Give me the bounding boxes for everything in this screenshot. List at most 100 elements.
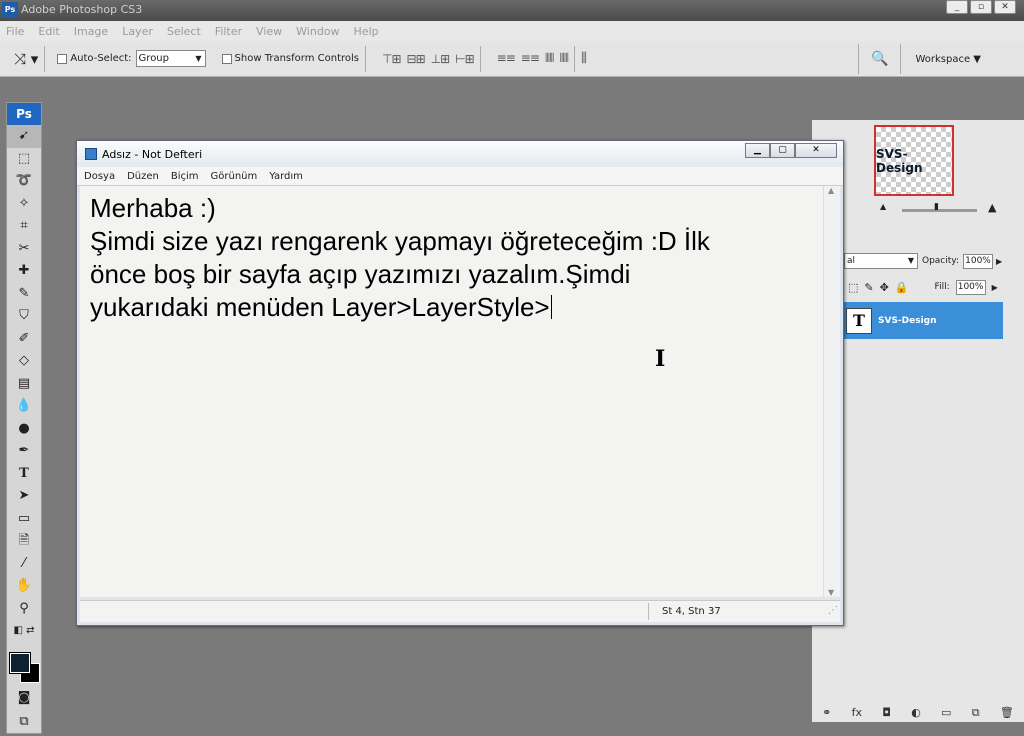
menu-edit[interactable]: Edit	[38, 25, 59, 38]
menu-help[interactable]: Help	[354, 25, 379, 38]
default-colors-icon[interactable]: ◧ ⇄	[7, 620, 41, 643]
notepad-window-controls: ▁ ▢ ✕	[745, 143, 837, 158]
zoom-tool-icon[interactable]: ⚲	[7, 598, 41, 621]
menu-filter[interactable]: Filter	[215, 25, 242, 38]
chevron-down-icon: ▼	[907, 256, 914, 265]
navigator-thumbnail[interactable]: SVS-Design	[874, 125, 954, 196]
layer-style-icon[interactable]: fx	[852, 706, 862, 719]
photoshop-window-title: Adobe Photoshop CS3	[21, 3, 143, 16]
auto-select-checkbox[interactable]: Auto-Select:	[57, 53, 132, 64]
eraser-tool-icon[interactable]: ◇	[7, 350, 41, 373]
bridge-icon[interactable]: 🔍	[871, 51, 888, 67]
align-bottom-icon[interactable]: ⊥⊞	[431, 52, 450, 66]
workspace-divider	[900, 44, 902, 74]
move-tool-icon[interactable]: ➹	[7, 125, 41, 148]
auto-align-icon[interactable]: ⫼	[581, 51, 587, 66]
resize-grip-icon[interactable]: ⋰	[828, 605, 838, 616]
pen-tool-icon[interactable]: ✒	[7, 440, 41, 463]
scroll-down-icon[interactable]: ▼	[828, 588, 834, 597]
brush-tool-icon[interactable]: ✎	[7, 283, 41, 306]
fill-input[interactable]: 100%	[955, 279, 986, 295]
restore-icon[interactable]: ▫	[970, 0, 992, 14]
show-transform-checkbox[interactable]: Show Transform Controls	[221, 53, 359, 64]
type-tool-icon[interactable]: T	[7, 463, 41, 486]
workspace-button[interactable]: Workspace ▼	[915, 54, 981, 65]
distribute-middle-icon[interactable]: ≡≡	[521, 51, 540, 66]
menu-view[interactable]: View	[256, 25, 282, 38]
menu-layer[interactable]: Layer	[122, 25, 153, 38]
gradient-tool-icon[interactable]: ▤	[7, 373, 41, 396]
shape-tool-icon[interactable]: ▭	[7, 508, 41, 531]
slice-tool-icon[interactable]: ✂	[7, 238, 41, 261]
show-transform-box[interactable]	[221, 53, 232, 64]
lock-pixels-icon[interactable]: ✎	[864, 281, 873, 294]
foreground-color-swatch[interactable]	[9, 652, 31, 674]
layer-mask-icon[interactable]: ◘	[882, 706, 891, 719]
dodge-tool-icon[interactable]: ●	[7, 418, 41, 441]
menu-window[interactable]: Window	[296, 25, 339, 38]
adjustment-layer-icon[interactable]: ◐	[911, 706, 921, 719]
menu-file[interactable]: File	[6, 25, 24, 38]
zoom-out-icon[interactable]: ▲	[880, 202, 886, 211]
marquee-tool-icon[interactable]: ⬚	[7, 148, 41, 171]
auto-select-dropdown[interactable]: Group ▼	[135, 50, 206, 67]
zoom-track[interactable]	[902, 209, 977, 212]
clone-stamp-icon[interactable]: ⛉	[7, 305, 41, 328]
crop-tool-icon[interactable]: ⌗	[7, 215, 41, 238]
minimize-icon[interactable]: _	[946, 0, 968, 14]
new-layer-icon[interactable]: ⧉	[972, 706, 980, 720]
notepad-menu-gorunum[interactable]: Görünüm	[211, 171, 258, 182]
align-left-icon[interactable]: ⊢⊞	[455, 52, 474, 66]
move-tool-preset-icon[interactable]: ⤨ ▾	[14, 50, 38, 68]
notepad-menu-dosya[interactable]: Dosya	[84, 171, 115, 182]
distribute-left-icon[interactable]: ⦀⦀	[545, 51, 555, 66]
delete-layer-icon[interactable]: 🗑	[1000, 706, 1014, 719]
menu-image[interactable]: Image	[74, 25, 108, 38]
quick-mask-icon[interactable]: ◙	[7, 687, 41, 710]
opacity-arrow-icon[interactable]: ▶	[996, 257, 1002, 266]
notepad-menu-yardim[interactable]: Yardım	[269, 171, 303, 182]
notes-tool-icon[interactable]: 🗎	[7, 530, 41, 553]
blur-tool-icon[interactable]: 💧	[7, 395, 41, 418]
notepad-maximize-icon[interactable]: ▢	[770, 143, 795, 158]
magic-wand-icon[interactable]: ✧	[7, 193, 41, 216]
healing-brush-icon[interactable]: ✚	[7, 260, 41, 283]
notepad-vertical-scrollbar[interactable]: ▲ ▼	[823, 186, 840, 597]
notepad-close-icon[interactable]: ✕	[795, 143, 837, 158]
opacity-input[interactable]: 100%	[963, 253, 993, 269]
scroll-up-icon[interactable]: ▲	[828, 186, 834, 195]
fill-arrow-icon[interactable]: ▶	[992, 283, 998, 292]
menu-select[interactable]: Select	[167, 25, 201, 38]
auto-select-box[interactable]	[57, 53, 68, 64]
notepad-minimize-icon[interactable]: ▁	[745, 143, 770, 158]
screen-mode-icon[interactable]: ⧉	[7, 711, 41, 734]
align-top-icon[interactable]: ⊤⊞	[382, 52, 401, 66]
notepad-title-bar[interactable]: Adsız - Not Defteri ▁ ▢ ✕	[77, 141, 843, 167]
notepad-menu-duzen[interactable]: Düzen	[127, 171, 159, 182]
lock-position-icon[interactable]: ✥	[880, 281, 889, 294]
eyedropper-tool-icon[interactable]: ⁄	[7, 553, 41, 576]
notepad-menu-bicim[interactable]: Biçim	[171, 171, 199, 182]
lock-all-icon[interactable]: 🔒	[895, 281, 909, 294]
new-group-icon[interactable]: ▭	[941, 706, 951, 719]
chevron-down-icon: ▼	[195, 54, 202, 63]
distribute-top-icon[interactable]: ≡≡	[497, 51, 516, 66]
lasso-tool-icon[interactable]: ➰	[7, 170, 41, 193]
hand-tool-icon[interactable]: ✋	[7, 575, 41, 598]
path-selection-icon[interactable]: ➤	[7, 485, 41, 508]
notepad-menu-bar: Dosya Düzen Biçim Görünüm Yardım	[77, 167, 843, 186]
notepad-text-area[interactable]: Merhaba :) Şimdi size yazı rengarenk yap…	[80, 186, 823, 597]
layer-item[interactable]: T SVS-Design	[844, 302, 1003, 339]
align-middle-icon[interactable]: ⊟⊞	[407, 52, 426, 66]
zoom-in-icon[interactable]: ▲	[988, 201, 996, 214]
lock-transparency-icon[interactable]: ⬚	[848, 281, 858, 294]
close-icon[interactable]: ✕	[994, 0, 1016, 14]
zoom-handle-icon[interactable]: ▮	[934, 202, 939, 212]
photoshop-app-icon: Ps	[2, 2, 18, 18]
distribute-right-icon[interactable]: ⦀⦀	[559, 51, 569, 66]
navigator-zoom-slider[interactable]: ▲ ▮ ▲	[842, 201, 1012, 216]
history-brush-icon[interactable]: ✐	[7, 328, 41, 351]
link-layers-icon[interactable]: ⚭	[822, 706, 831, 719]
auto-select-label: Auto-Select:	[70, 53, 132, 64]
blend-mode-dropdown[interactable]: al ▼	[844, 253, 918, 269]
